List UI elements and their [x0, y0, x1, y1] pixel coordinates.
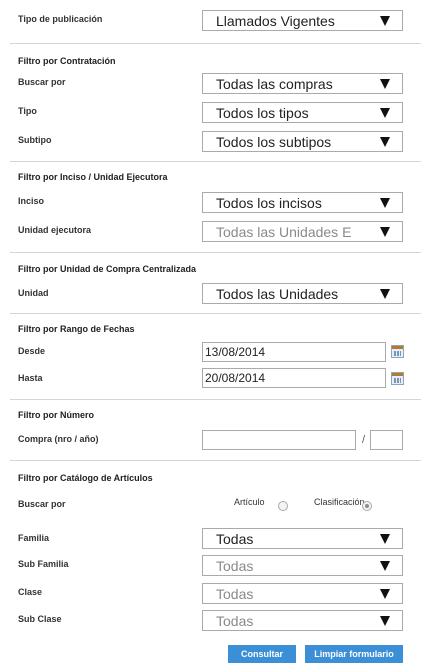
inciso-value: Todos los incisos	[216, 195, 322, 211]
hasta-value: 20/08/2014	[205, 371, 266, 385]
calendar-icon[interactable]	[391, 372, 404, 385]
compra-centralizada-section-title: Filtro por Unidad de Compra Centralizada	[18, 264, 197, 274]
clasificacion-radio-label: Clasificación	[314, 497, 365, 507]
chevron-down-icon	[380, 589, 390, 599]
limpiar-formulario-button[interactable]: Limpiar formulario	[305, 645, 403, 663]
tipo-publicacion-value: Llamados Vigentes	[216, 13, 335, 29]
divider	[10, 399, 421, 400]
subfamilia-value: Todas	[216, 558, 254, 574]
unidad-value: Todos las Unidades	[216, 286, 339, 302]
desde-date-input[interactable]: 13/08/2014	[202, 342, 386, 362]
unidad-ejecutora-label: Unidad ejecutora	[18, 225, 92, 235]
tipo-publicacion-label: Tipo de publicación	[18, 14, 103, 24]
divider	[10, 460, 421, 461]
subfamilia-select[interactable]: Todas	[202, 555, 403, 576]
numero-section-title: Filtro por Número	[18, 410, 94, 420]
familia-value: Todas	[216, 531, 254, 547]
unidad-ejecutora-value: Todas las Unidades E	[216, 224, 352, 240]
subclase-value: Todas	[216, 613, 254, 629]
subfamilia-label: Sub Familia	[18, 559, 69, 569]
articulo-radio[interactable]	[278, 501, 288, 511]
tipo-publicacion-select[interactable]: Llamados Vigentes	[202, 10, 403, 31]
clase-label: Clase	[18, 587, 43, 597]
consultar-button[interactable]: Consultar	[228, 645, 296, 663]
compra-nro-label: Compra (nro / año)	[18, 434, 99, 444]
tipo-value: Todos los tipos	[216, 105, 309, 121]
chevron-down-icon	[380, 16, 390, 26]
compra-anio-input[interactable]	[370, 430, 403, 450]
unidad-ejecutora-select[interactable]: Todas las Unidades E	[202, 221, 403, 242]
desde-label: Desde	[18, 346, 46, 356]
chevron-down-icon	[380, 616, 390, 626]
inciso-section-title: Filtro por Inciso / Unidad Ejecutora	[18, 172, 168, 182]
inciso-label: Inciso	[18, 196, 45, 206]
chevron-down-icon	[380, 227, 390, 237]
buscar-por-select[interactable]: Todas las compras	[202, 73, 403, 94]
contratacion-section-title: Filtro por Contratación	[18, 56, 116, 66]
chevron-down-icon	[380, 79, 390, 89]
subclase-select[interactable]: Todas	[202, 610, 403, 631]
subclase-label: Sub Clase	[18, 614, 62, 624]
chevron-down-icon	[380, 289, 390, 299]
divider	[10, 161, 421, 162]
clase-value: Todas	[216, 586, 254, 602]
catalogo-section-title: Filtro por Catálogo de Artículos	[18, 473, 153, 483]
articulo-radio-label: Artículo	[234, 497, 265, 507]
chevron-down-icon	[380, 534, 390, 544]
chevron-down-icon	[380, 561, 390, 571]
familia-label: Familia	[18, 533, 50, 543]
compra-numero-input[interactable]	[202, 430, 356, 450]
hasta-label: Hasta	[18, 373, 43, 383]
tipo-select[interactable]: Todos los tipos	[202, 102, 403, 123]
subtipo-label: Subtipo	[18, 135, 52, 145]
unidad-select[interactable]: Todos las Unidades	[202, 283, 403, 304]
subtipo-select[interactable]: Todos los subtipos	[202, 131, 403, 152]
divider	[10, 252, 421, 253]
fechas-section-title: Filtro por Rango de Fechas	[18, 324, 135, 334]
desde-value: 13/08/2014	[205, 345, 266, 359]
chevron-down-icon	[380, 137, 390, 147]
divider	[10, 43, 421, 44]
buscar-por-value: Todas las compras	[216, 76, 333, 92]
clase-select[interactable]: Todas	[202, 583, 403, 604]
subtipo-value: Todos los subtipos	[216, 134, 332, 150]
unidad-label: Unidad	[18, 288, 49, 298]
clasificacion-radio[interactable]	[362, 501, 372, 511]
chevron-down-icon	[380, 108, 390, 118]
divider	[10, 313, 421, 314]
inciso-select[interactable]: Todos los incisos	[202, 192, 403, 213]
chevron-down-icon	[380, 198, 390, 208]
tipo-label: Tipo	[18, 106, 37, 116]
familia-select[interactable]: Todas	[202, 528, 403, 549]
catalogo-buscar-label: Buscar por	[18, 499, 66, 509]
slash-separator: /	[362, 434, 366, 446]
buscar-por-label: Buscar por	[18, 77, 66, 87]
calendar-icon[interactable]	[391, 345, 404, 358]
hasta-date-input[interactable]: 20/08/2014	[202, 368, 386, 388]
